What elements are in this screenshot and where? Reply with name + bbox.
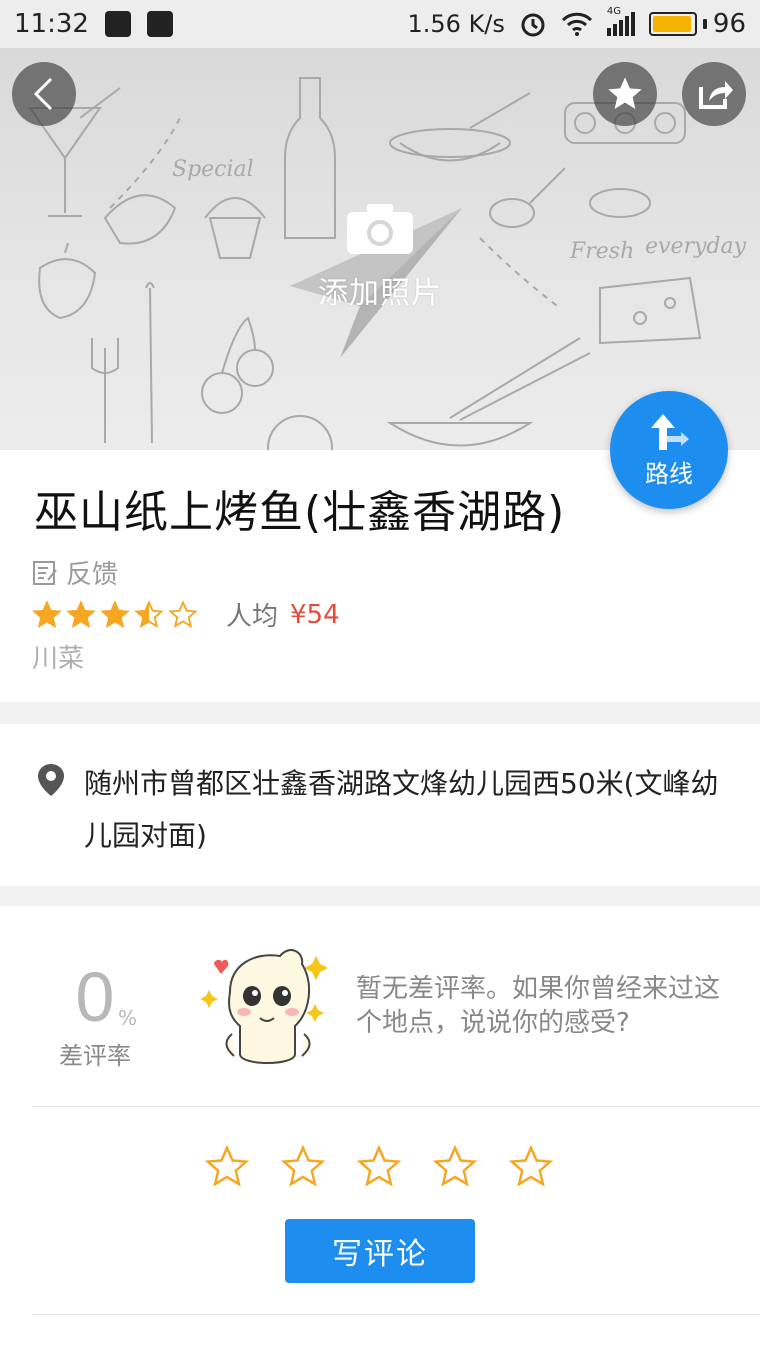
star-full-icon [32,599,62,628]
divider [32,1106,760,1107]
review-section: 0 % 差评率 暂无差评率。如果你曾经来过这个地点，说说你的感受? 写评论 [0,906,760,1352]
rate-star-icon[interactable] [508,1144,554,1190]
favorite-button[interactable] [593,62,657,126]
chevron-left-icon [33,77,53,111]
location-pin-icon [38,764,64,796]
rate-star-icon[interactable] [356,1144,402,1190]
place-title: 巫山纸上烤鱼(壮鑫香湖路) [34,487,566,538]
route-label: 路线 [645,459,693,488]
alarm-icon [521,13,545,37]
bad-rate-value: 0 [75,958,115,1036]
feedback-label: 反馈 [66,560,119,590]
edit-icon [33,560,57,585]
rating-row: 人均 ¥54 [32,596,340,633]
svg-text:Fresh: Fresh [569,239,634,264]
camera-icon [347,204,413,254]
avg-price-value: ¥54 [290,599,340,630]
status-time: 11:32 [14,9,89,39]
bad-rate-unit: % [118,1006,138,1030]
mascot-illustration [200,949,328,1064]
star-half-icon [134,599,164,628]
empty-review-message: 暂无差评率。如果你曾经来过这个地点，说说你的感受? [356,974,721,1038]
cuisine-category: 川菜 [32,644,85,674]
star-full-icon [66,599,96,628]
svg-text:Special: Special [172,157,254,182]
divider [32,1314,760,1315]
star-icon [608,77,642,109]
app-notification-icon [146,11,173,37]
wifi-icon [561,12,592,36]
svg-text:everyday: everyday [645,234,747,259]
share-button[interactable] [682,62,746,126]
rate-star-icon[interactable] [432,1144,478,1190]
qq-notification-icon [104,11,131,37]
bad-rate-box: 0 % 差评率 [40,962,150,1071]
write-review-button[interactable]: 写评论 [285,1219,475,1283]
battery-indicator: 96 [648,9,746,39]
star-full-icon [100,599,130,628]
route-button[interactable]: 路线 [610,391,728,509]
network-speed: 1.56 K/s [407,10,505,38]
share-icon [699,81,733,109]
status-bar: 11:32 1.56 K/s 4G 96 [0,0,760,48]
add-photo-button[interactable]: 添加照片 [300,200,460,312]
avg-price-label: 人均 [226,602,279,632]
section-divider [0,702,760,724]
star-empty-icon [168,599,198,628]
rate-star-icon[interactable] [204,1144,250,1190]
address-text: 随州市曾都区壮鑫香湖路文烽幼儿园西50米(文峰幼儿园对面) [84,767,719,852]
route-arrow-icon [651,413,689,450]
back-button[interactable] [12,62,76,126]
bad-rate-label: 差评率 [59,1042,131,1070]
battery-percent: 96 [712,9,746,39]
rate-stars[interactable] [204,1144,554,1190]
feedback-button[interactable]: 反馈 [32,554,118,591]
address-row[interactable]: 随州市曾都区壮鑫香湖路文烽幼儿园西50米(文峰幼儿园对面) [0,724,760,886]
add-photo-label: 添加照片 [318,276,442,311]
signal-icon: 4G [606,6,635,36]
hero-image[interactable]: Special Fresh everyday 添加照片 [0,48,760,450]
rate-star-icon[interactable] [280,1144,326,1190]
rating-stars [32,599,198,630]
section-divider [0,886,760,906]
